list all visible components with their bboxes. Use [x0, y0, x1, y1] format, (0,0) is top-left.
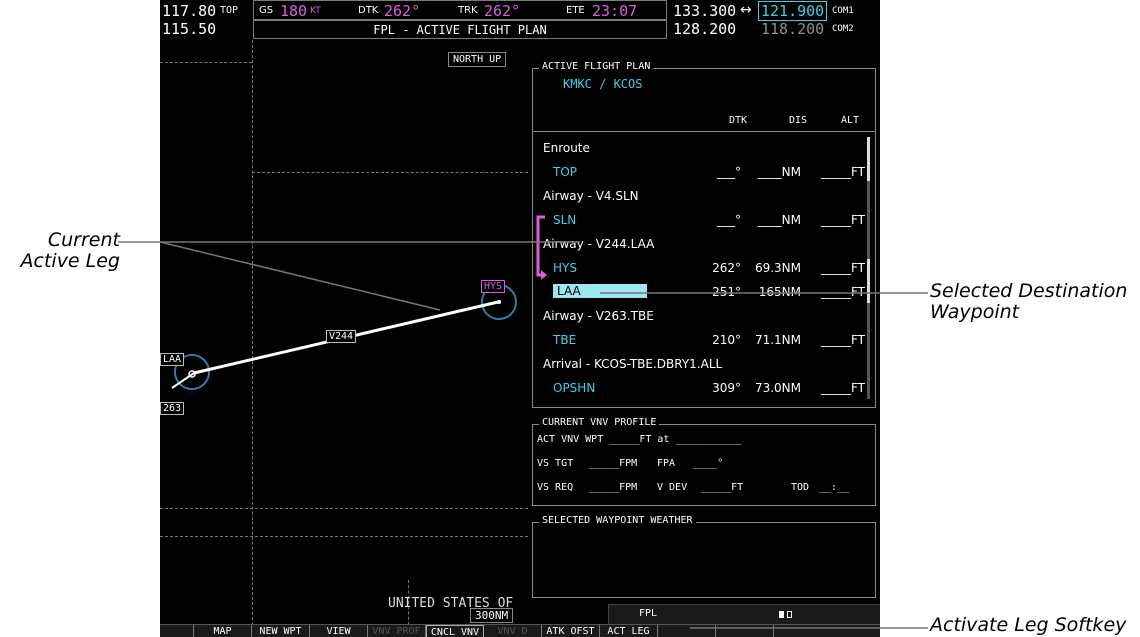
callout-leader-line — [159, 241, 441, 311]
callout-leaders — [118, 241, 928, 629]
